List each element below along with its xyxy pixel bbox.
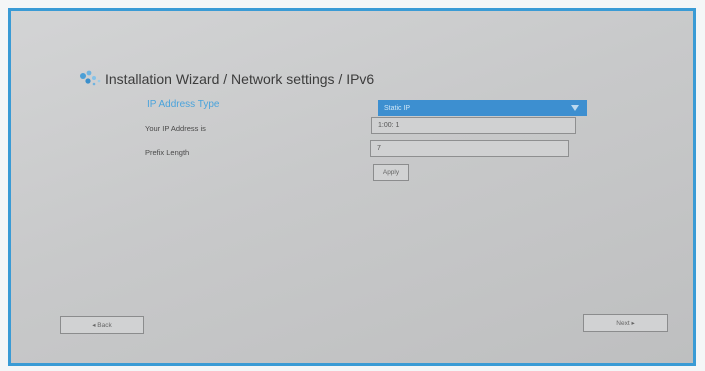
prefix-length-field[interactable]: 7 (370, 140, 569, 157)
apply-button[interactable]: Apply (373, 164, 409, 181)
back-button[interactable]: ◂ Back (60, 316, 144, 334)
page-title: Installation Wizard / Network settings /… (105, 71, 375, 87)
wizard-logo-icon (80, 70, 101, 86)
next-button[interactable]: Next ▸ (583, 314, 668, 332)
ip-address-field[interactable]: 1:00: 1 (371, 117, 576, 134)
ip-address-type-label: IP Address Type (147, 99, 220, 110)
page-header: Installation Wizard / Network settings /… (77, 68, 374, 90)
ip-address-type-select[interactable]: Static IP (378, 100, 587, 116)
chevron-down-icon (571, 105, 579, 111)
prefix-length-label: Prefix Length (145, 148, 190, 157)
ip-address-type-value: Static IP (384, 104, 411, 112)
ip-address-label: Your IP Address is (145, 124, 206, 133)
screen-frame: Installation Wizard / Network settings /… (8, 8, 696, 366)
